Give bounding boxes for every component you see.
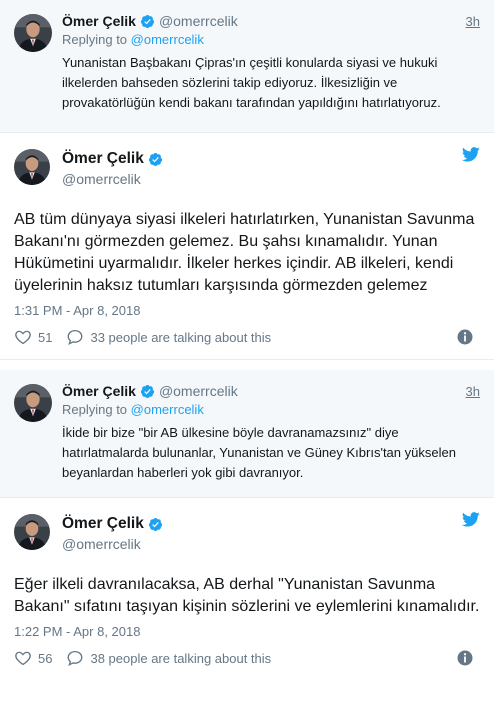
comment-icon [68, 650, 83, 667]
avatar[interactable] [14, 514, 50, 550]
author-handle[interactable]: @omerrcelik [159, 383, 238, 399]
tweet-text: AB tüm dünyaya siyasi ilkeleri hatırlatı… [14, 211, 475, 294]
comment-icon [68, 329, 83, 346]
talking-count: 38 people are talking about this [90, 650, 272, 666]
replying-to: Replying to @omerrcelik [62, 32, 480, 47]
conversation-button[interactable]: 33 people are talking about this [66, 328, 271, 346]
avatar[interactable] [14, 384, 52, 422]
like-button[interactable]: 56 [14, 649, 52, 667]
reply-tweet-1[interactable]: Ömer Çelik @omerrcelik 3h Replying to @o… [0, 0, 494, 133]
like-button[interactable]: 51 [14, 328, 52, 346]
author-handle[interactable]: @omerrcelik [159, 13, 238, 29]
reply-tweet-2[interactable]: Ömer Çelik @omerrcelik 3h Replying to @o… [0, 360, 494, 498]
conversation-button[interactable]: 38 people are talking about this [66, 649, 271, 667]
verified-icon [148, 517, 163, 532]
tweet-datetime[interactable]: 1:22 PM - Apr 8, 2018 [14, 624, 480, 639]
tweet-datetime[interactable]: 1:31 PM - Apr 8, 2018 [14, 303, 480, 318]
replying-label: Replying to [62, 32, 128, 47]
main-tweet-1[interactable]: Ömer Çelik @omerrcelik AB tüm dünyaya si… [0, 133, 494, 360]
replying-mention[interactable]: @omerrcelik [131, 32, 204, 47]
heart-icon [15, 651, 31, 666]
twitter-bird-icon[interactable] [462, 512, 480, 527]
avatar[interactable] [14, 14, 52, 52]
heart-icon [15, 330, 31, 345]
verified-icon [140, 384, 155, 399]
tweet-actions: 51 33 people are talking about this [14, 328, 480, 346]
verified-icon [140, 14, 155, 29]
info-icon[interactable] [456, 328, 474, 346]
like-count: 51 [38, 329, 53, 345]
author-name[interactable]: Ömer Çelik [62, 515, 144, 533]
main-tweet-2[interactable]: Ömer Çelik @omerrcelik Eğer ilkeli davra… [0, 498, 494, 704]
author-name[interactable]: Ömer Çelik [62, 150, 144, 168]
twitter-bird-icon[interactable] [462, 147, 480, 162]
tweet-text: Yunanistan Başbakanı Çipras'ın çeşitli k… [62, 55, 441, 110]
author-name[interactable]: Ömer Çelik [62, 383, 136, 399]
author-name[interactable]: Ömer Çelik [62, 13, 136, 29]
tweet-text: Eğer ilkeli davranılacaksa, AB derhal "Y… [14, 576, 480, 615]
tweet-time[interactable]: 3h [466, 14, 480, 29]
replying-to: Replying to @omerrcelik [62, 402, 480, 417]
replying-label: Replying to [62, 402, 128, 417]
author-handle[interactable]: @omerrcelik [62, 536, 480, 552]
tweet-text: İkide bir bize "bir AB ülkesine böyle da… [62, 425, 456, 480]
author-handle[interactable]: @omerrcelik [62, 171, 480, 187]
tweet-actions: 56 38 people are talking about this [14, 649, 480, 667]
avatar[interactable] [14, 149, 50, 185]
verified-icon [148, 152, 163, 167]
like-count: 56 [38, 650, 53, 666]
replying-mention[interactable]: @omerrcelik [131, 402, 204, 417]
tweet-time[interactable]: 3h [466, 384, 480, 399]
talking-count: 33 people are talking about this [90, 329, 272, 345]
info-icon[interactable] [456, 649, 474, 667]
